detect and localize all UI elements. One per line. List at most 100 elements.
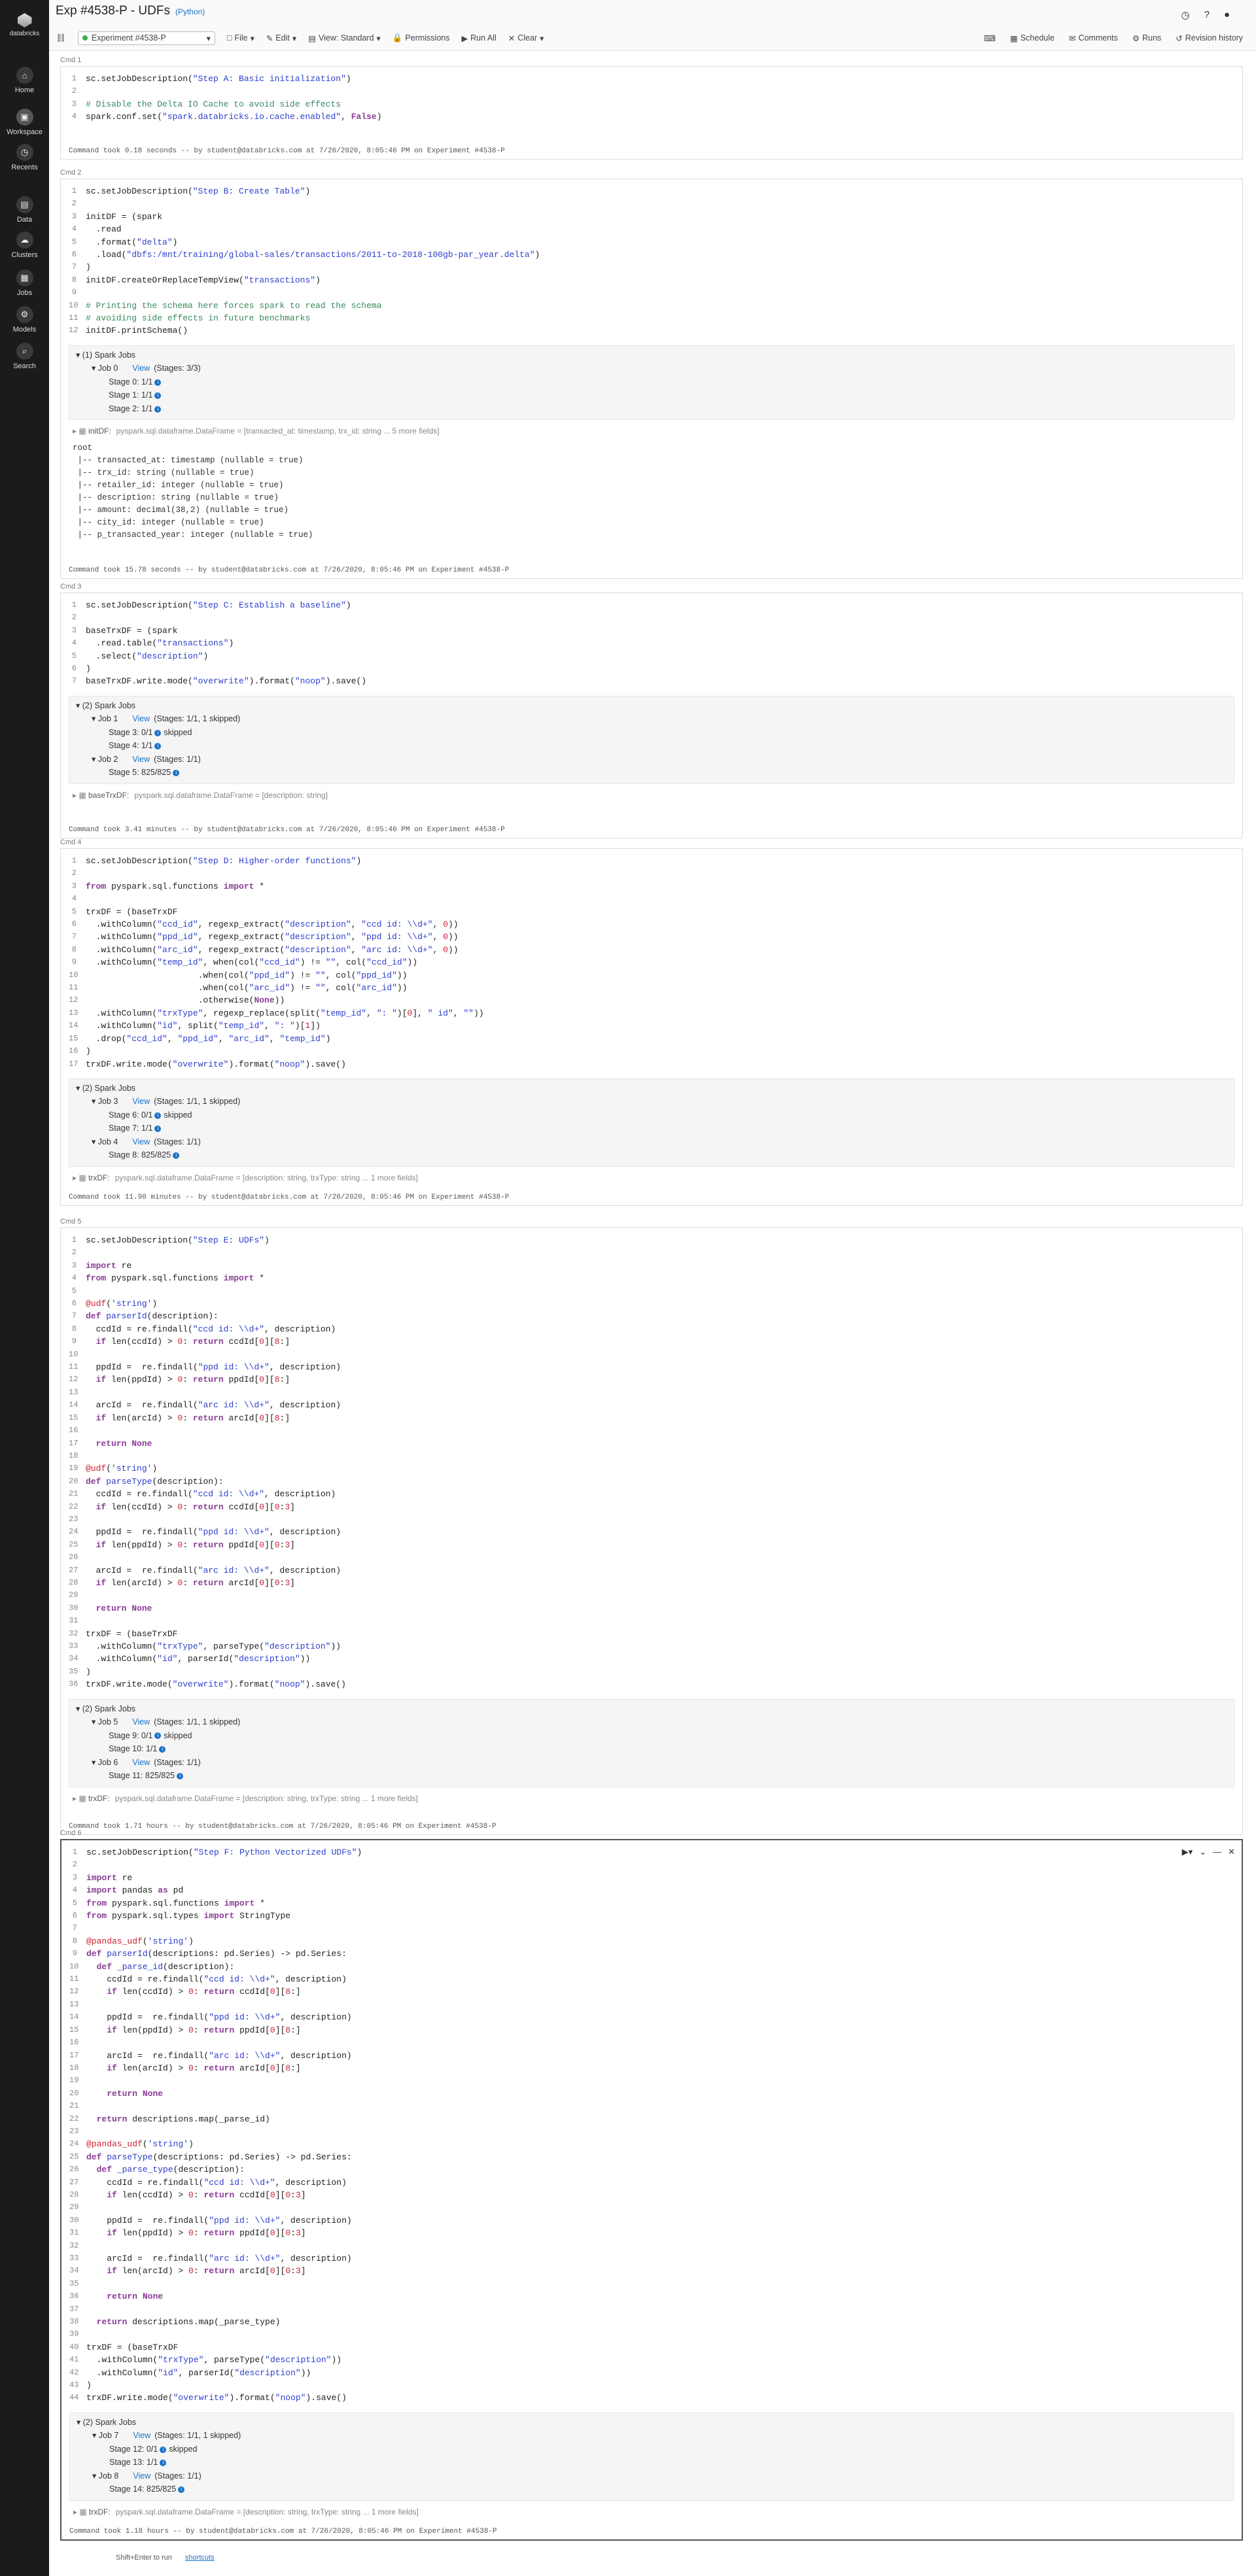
job-view-link[interactable]: View bbox=[132, 364, 150, 373]
notebook-title[interactable]: Exp #4538-P - UDFs bbox=[56, 4, 170, 18]
code-token: ccdId[ bbox=[223, 1502, 260, 1512]
info-icon[interactable]: i bbox=[154, 1125, 162, 1133]
info-icon[interactable]: i bbox=[160, 2446, 167, 2453]
sidebar-item-recents[interactable]: ◷ Recents bbox=[0, 144, 49, 171]
info-icon[interactable]: i bbox=[154, 729, 162, 736]
view-menu[interactable]: ▤ View: Standard ▾ bbox=[308, 33, 381, 43]
spark-jobs-toggle[interactable]: ▾ (2) Spark Jobs bbox=[76, 699, 1227, 713]
code-text: trxDF = (baseTrxDF bbox=[86, 2341, 178, 2354]
sidebar-item-search[interactable]: ⌕ Search bbox=[0, 343, 49, 370]
notebook-cell[interactable]: 1 sc.setJobDescription("Step A: Basic ini… bbox=[60, 66, 1243, 160]
spark-jobs-toggle[interactable]: ▾ (2) Spark Jobs bbox=[76, 1702, 1227, 1716]
sidebar-item-data[interactable]: ▤ Data bbox=[0, 196, 49, 224]
runs-button[interactable]: ⚙ Runs bbox=[1132, 33, 1161, 43]
line-number: 12 bbox=[69, 326, 78, 335]
spark-jobs-toggle[interactable]: ▾ (2) Spark Jobs bbox=[76, 1082, 1227, 1095]
job-view-link[interactable]: View bbox=[132, 1717, 150, 1726]
help-icon[interactable]: ? bbox=[1204, 9, 1210, 21]
cell-command-label: Cmd 2 bbox=[60, 169, 82, 177]
keyboard-icon[interactable]: ⌨ bbox=[984, 33, 996, 43]
schedule-button[interactable]: ▦ Schedule bbox=[1010, 33, 1055, 43]
job-view-link[interactable]: View bbox=[132, 1097, 150, 1106]
notebook-cell[interactable]: ▶▾ ⌄ — ✕ 1 sc.setJobDescription("Step F: Pyth… bbox=[60, 1839, 1243, 2541]
info-icon[interactable]: i bbox=[173, 1152, 180, 1159]
run-cell-icon[interactable]: ▶▾ bbox=[1182, 1847, 1193, 1857]
job-row[interactable]: ▾ Job 4 View (Stages: 1/1) bbox=[76, 1135, 1227, 1149]
dataframe-summary[interactable]: ▸ ▦ trxDF: pyspark.sql.dataframe.DataFram… bbox=[69, 2505, 1234, 2519]
job-row[interactable]: ▾ Job 3 View (Stages: 1/1, 1 skipped) bbox=[76, 1095, 1227, 1108]
code-editor[interactable]: 1 sc.setJobDescription("Step A: Basic ini… bbox=[61, 67, 1242, 128]
info-icon[interactable]: i bbox=[160, 2460, 167, 2467]
job-view-link[interactable]: View bbox=[133, 2431, 150, 2440]
user-icon[interactable]: ● bbox=[1224, 9, 1230, 21]
info-icon[interactable]: i bbox=[178, 2486, 185, 2494]
info-icon[interactable]: i bbox=[154, 379, 162, 386]
info-icon[interactable]: i bbox=[159, 1745, 166, 1753]
spark-jobs-toggle[interactable]: ▾ (1) Spark Jobs bbox=[76, 349, 1227, 362]
job-row[interactable]: ▾ Job 1 View (Stages: 1/1, 1 skipped) bbox=[76, 712, 1227, 726]
sidebar-item-models[interactable]: ⚙ Models bbox=[0, 306, 49, 334]
line-number: 16 bbox=[69, 1046, 78, 1056]
clear-menu[interactable]: ✕ Clear ▾ bbox=[508, 33, 544, 43]
info-icon[interactable]: i bbox=[154, 1112, 162, 1119]
code-editor[interactable]: 1 sc.setJobDescription("Step B: Create Ta… bbox=[61, 179, 1242, 341]
job-row[interactable]: ▾ Job 5 View (Stages: 1/1, 1 skipped) bbox=[76, 1715, 1227, 1729]
job-row[interactable]: ▾ Job 6 View (Stages: 1/1) bbox=[76, 1756, 1227, 1770]
info-icon[interactable]: i bbox=[154, 1732, 162, 1740]
notebook-cell[interactable]: 1 sc.setJobDescription("Step C: Establish… bbox=[60, 592, 1243, 838]
info-icon[interactable]: i bbox=[154, 743, 162, 750]
code-editor[interactable]: 1 sc.setJobDescription("Step D: Higher-or… bbox=[61, 849, 1242, 1074]
notebook-cell[interactable]: 1 sc.setJobDescription("Step B: Create Ta… bbox=[60, 179, 1243, 579]
code-text: arcId = re.findall("arc id: \\d+", descr… bbox=[86, 1399, 341, 1411]
dataframe-summary[interactable]: ▸ ▦ baseTrxDF: pyspark.sql.dataframe.Data… bbox=[69, 788, 1234, 802]
code-editor[interactable]: 1 sc.setJobDescription("Step E: UDFs") 2 3… bbox=[61, 1228, 1242, 1695]
job-row[interactable]: ▾ Job 0 View (Stages: 3/3) bbox=[76, 362, 1227, 375]
job-row[interactable]: ▾ Job 8 View (Stages: 1/1) bbox=[77, 2469, 1227, 2483]
run-all-button[interactable]: ▶ Run All bbox=[461, 33, 496, 43]
code-token: import bbox=[223, 881, 254, 891]
info-icon[interactable]: i bbox=[154, 392, 162, 400]
job-row[interactable]: ▾ Job 7 View (Stages: 1/1, 1 skipped) bbox=[77, 2429, 1227, 2443]
spark-jobs-toggle[interactable]: ▾ (2) Spark Jobs bbox=[77, 2416, 1227, 2430]
clock-icon[interactable]: ◷ bbox=[1181, 9, 1190, 21]
notebook-cell[interactable]: 1 sc.setJobDescription("Step E: UDFs") 2 3… bbox=[60, 1228, 1243, 1835]
sidebar-item-workspace[interactable]: ▣ Workspace bbox=[0, 109, 49, 136]
info-icon[interactable]: i bbox=[173, 770, 180, 777]
line-number: 36 bbox=[69, 1679, 78, 1689]
job-view-link[interactable]: View bbox=[132, 714, 150, 723]
code-token: .withColumn( bbox=[86, 1021, 158, 1031]
line-number: 4 bbox=[72, 1885, 77, 1895]
databricks-logo[interactable]: databricks bbox=[0, 13, 49, 37]
minimize-icon[interactable]: — bbox=[1213, 1847, 1221, 1857]
edit-menu[interactable]: ✎ Edit ▾ bbox=[266, 33, 296, 43]
notebook-cell[interactable]: 1 sc.setJobDescription("Step D: Higher-or… bbox=[60, 848, 1243, 1206]
info-icon[interactable]: i bbox=[154, 405, 162, 413]
comments-button[interactable]: ✉ Comments bbox=[1069, 33, 1118, 43]
revision-history-button[interactable]: ↺ Revision history bbox=[1176, 33, 1243, 43]
job-view-link[interactable]: View bbox=[133, 2471, 150, 2481]
code-token: "ppd_id" bbox=[356, 970, 397, 980]
job-view-link[interactable]: View bbox=[132, 1758, 150, 1767]
file-menu[interactable]: □ File ▾ bbox=[227, 33, 254, 43]
code-editor[interactable]: 1 sc.setJobDescription("Step F: Python Ve… bbox=[61, 1840, 1242, 2409]
notebook-language[interactable]: (Python) bbox=[175, 7, 205, 16]
code-token: ) bbox=[345, 600, 351, 610]
permissions-button[interactable]: 🔒 Permissions bbox=[392, 33, 450, 43]
code-token: )) bbox=[447, 944, 459, 955]
job-view-link[interactable]: View bbox=[132, 755, 150, 764]
sidebar-item-home[interactable]: ⌂ Home bbox=[0, 67, 49, 94]
dataframe-summary[interactable]: ▸ ▦ trxDF: pyspark.sql.dataframe.DataFram… bbox=[69, 1791, 1234, 1806]
close-icon[interactable]: ✕ bbox=[1228, 1847, 1235, 1857]
cell-menu-icon[interactable]: ⌄ bbox=[1199, 1847, 1206, 1857]
info-icon[interactable]: i bbox=[177, 1772, 184, 1779]
code-editor[interactable]: 1 sc.setJobDescription("Step C: Establish… bbox=[61, 593, 1242, 692]
dataframe-summary[interactable]: ▸ ▦ trxDF: pyspark.sql.dataframe.DataFram… bbox=[69, 1171, 1234, 1185]
sidebar-item-jobs[interactable]: ▦ Jobs bbox=[0, 269, 49, 297]
sidebar-item-clusters[interactable]: ☁ Clusters bbox=[0, 232, 49, 259]
cluster-selector[interactable]: Experiment #4538-P ▾ bbox=[77, 31, 215, 45]
dataframe-summary[interactable]: ▸ ▦ initDF: pyspark.sql.dataframe.DataFra… bbox=[69, 424, 1234, 438]
shortcuts-link[interactable]: shortcuts bbox=[185, 2554, 215, 2562]
job-row[interactable]: ▾ Job 2 View (Stages: 1/1) bbox=[76, 753, 1227, 766]
job-view-link[interactable]: View bbox=[132, 1137, 150, 1146]
pin-icon[interactable]: ⛓ bbox=[56, 33, 66, 43]
